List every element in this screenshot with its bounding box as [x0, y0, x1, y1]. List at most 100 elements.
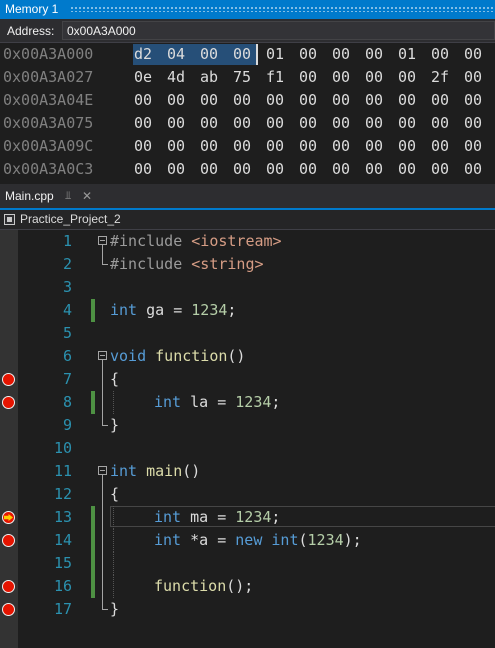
memory-byte[interactable]: 00 — [332, 66, 350, 89]
memory-byte[interactable]: 00 — [299, 135, 317, 158]
memory-byte[interactable]: 00 — [332, 158, 350, 181]
memory-byte[interactable]: ab — [200, 66, 218, 89]
memory-byte[interactable]: 2f — [431, 66, 449, 89]
current-statement-breakpoint-icon[interactable] — [2, 511, 15, 524]
memory-byte[interactable]: 75 — [233, 66, 251, 89]
code-line[interactable]: 15 — [0, 552, 495, 575]
memory-byte[interactable]: 00 — [332, 89, 350, 112]
code-line[interactable]: 14 int *a = new int(1234); — [0, 529, 495, 552]
code-editor[interactable]: 1 #include <iostream> 2 #include <string> 3 4… — [0, 230, 495, 648]
code-line[interactable]: 13 int ma = 1234; — [0, 506, 495, 529]
code-line[interactable]: 3 — [0, 276, 495, 299]
code-line[interactable]: 6 void function() — [0, 345, 495, 368]
memory-byte[interactable]: 00 — [266, 112, 284, 135]
memory-byte[interactable]: 00 — [200, 158, 218, 181]
memory-byte[interactable]: 00 — [167, 158, 185, 181]
memory-byte[interactable]: 00 — [266, 89, 284, 112]
project-dropdown[interactable]: Practice_Project_2 — [20, 212, 121, 226]
memory-byte[interactable]: 00 — [431, 89, 449, 112]
memory-byte[interactable]: 4d — [167, 66, 185, 89]
memory-grid[interactable]: 0x00A3A000 d2 04 00 00 01 00 00 00 01 00 00 0x00A3A0… — [0, 44, 495, 184]
memory-byte[interactable]: 00 — [233, 135, 251, 158]
memory-byte[interactable]: 00 — [200, 112, 218, 135]
memory-byte[interactable]: 00 — [464, 112, 482, 135]
memory-byte[interactable]: 00 — [365, 135, 383, 158]
code-line[interactable]: 8 int la = 1234; — [0, 391, 495, 414]
memory-byte[interactable]: 00 — [365, 112, 383, 135]
code-line[interactable]: 5 — [0, 322, 495, 345]
breakpoint-icon[interactable] — [2, 603, 15, 616]
memory-byte[interactable]: 00 — [266, 158, 284, 181]
memory-byte[interactable]: 00 — [134, 112, 152, 135]
memory-byte[interactable]: 00 — [167, 112, 185, 135]
memory-byte[interactable]: 00 — [464, 89, 482, 112]
memory-byte[interactable]: 00 — [233, 44, 251, 66]
memory-byte[interactable]: 00 — [200, 89, 218, 112]
memory-byte[interactable]: 00 — [464, 135, 482, 158]
code-line[interactable]: 1 #include <iostream> — [0, 230, 495, 253]
memory-byte[interactable]: 01 — [266, 44, 284, 66]
memory-byte[interactable]: 00 — [299, 44, 317, 66]
memory-byte[interactable]: 00 — [464, 158, 482, 181]
memory-byte[interactable]: 00 — [332, 44, 350, 66]
memory-byte[interactable]: 0e — [134, 66, 152, 89]
memory-byte[interactable]: 00 — [365, 89, 383, 112]
collapse-icon[interactable] — [98, 236, 107, 245]
memory-byte[interactable]: 00 — [167, 135, 185, 158]
memory-byte[interactable]: 00 — [431, 135, 449, 158]
memory-byte[interactable]: 00 — [233, 112, 251, 135]
memory-byte[interactable]: 04 — [167, 44, 185, 66]
memory-byte[interactable]: 00 — [398, 66, 416, 89]
memory-byte[interactable]: 00 — [398, 89, 416, 112]
collapse-icon[interactable] — [98, 351, 107, 360]
memory-byte[interactable]: 00 — [233, 158, 251, 181]
tab-main-cpp[interactable]: Main.cpp ⫫ ✕ — [0, 184, 100, 208]
breakpoint-icon[interactable] — [2, 373, 15, 386]
memory-byte[interactable]: 00 — [398, 112, 416, 135]
close-icon[interactable]: ✕ — [82, 184, 92, 208]
code-line[interactable]: 16 function(); — [0, 575, 495, 598]
memory-byte[interactable]: 00 — [200, 135, 218, 158]
memory-byte[interactable]: f1 — [266, 66, 284, 89]
memory-byte[interactable]: 00 — [134, 135, 152, 158]
memory-byte[interactable]: 00 — [332, 112, 350, 135]
memory-byte[interactable]: 00 — [233, 89, 251, 112]
memory-byte[interactable]: 00 — [464, 66, 482, 89]
memory-byte[interactable]: 00 — [299, 112, 317, 135]
breakpoint-icon[interactable] — [2, 534, 15, 547]
breakpoint-icon[interactable] — [2, 580, 15, 593]
code-line[interactable]: 11 int main() — [0, 460, 495, 483]
code-line[interactable]: 4 int ga = 1234; — [0, 299, 495, 322]
breakpoint-icon[interactable] — [2, 396, 15, 409]
collapse-icon[interactable] — [98, 466, 107, 475]
memory-byte[interactable]: 00 — [365, 66, 383, 89]
memory-byte[interactable]: 00 — [464, 44, 482, 66]
memory-byte[interactable]: 00 — [398, 135, 416, 158]
address-input[interactable] — [62, 21, 495, 40]
memory-byte[interactable]: 00 — [365, 158, 383, 181]
memory-byte[interactable]: 00 — [431, 44, 449, 66]
memory-byte[interactable]: 00 — [299, 89, 317, 112]
code-line[interactable]: 12 { — [0, 483, 495, 506]
code-line[interactable]: 10 — [0, 437, 495, 460]
memory-byte[interactable]: d2 — [134, 44, 152, 66]
memory-byte[interactable]: 00 — [398, 158, 416, 181]
code-line[interactable]: 9} — [0, 414, 495, 437]
memory-byte[interactable]: 00 — [266, 135, 284, 158]
code-line[interactable]: 2 #include <string> — [0, 253, 495, 276]
memory-byte[interactable]: 01 — [398, 44, 416, 66]
memory-byte[interactable]: 00 — [431, 112, 449, 135]
memory-byte[interactable]: 00 — [332, 135, 350, 158]
code-line[interactable]: 7{ — [0, 368, 495, 391]
memory-byte[interactable]: 00 — [200, 44, 218, 66]
code-line[interactable]: 17} — [0, 598, 495, 621]
memory-byte[interactable]: 00 — [134, 158, 152, 181]
pin-icon[interactable]: ⫫ — [65, 184, 71, 208]
memory-window-title[interactable]: Memory 1 — [0, 0, 495, 19]
memory-byte[interactable]: 00 — [299, 158, 317, 181]
memory-byte[interactable]: 00 — [167, 89, 185, 112]
memory-byte[interactable]: 00 — [431, 158, 449, 181]
memory-byte[interactable]: 00 — [365, 44, 383, 66]
memory-byte[interactable]: 00 — [299, 66, 317, 89]
memory-byte[interactable]: 00 — [134, 89, 152, 112]
